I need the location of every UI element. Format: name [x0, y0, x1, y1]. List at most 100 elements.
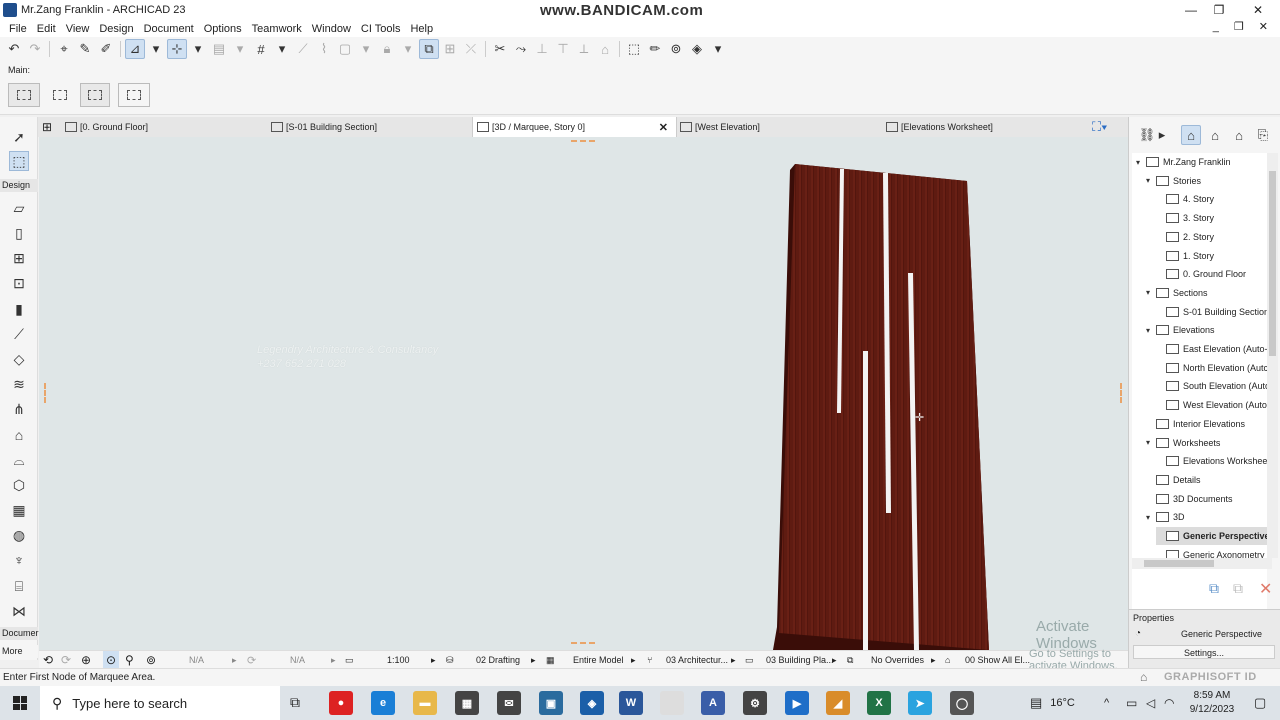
navigator-item[interactable]: North Elevation (Autc: [1156, 359, 1267, 377]
taskbar-app-pdf-icon[interactable]: ◢: [826, 691, 850, 715]
3d-viewport[interactable]: Legendry Architecture & Consultancy +237…: [39, 137, 1128, 650]
3d-window-icon[interactable]: ⬚: [624, 39, 644, 59]
layout-book-icon[interactable]: ⧉: [419, 39, 439, 59]
navigator-item[interactable]: 3D Documents: [1146, 490, 1267, 508]
close-tab-icon[interactable]: ✕: [659, 121, 668, 134]
cross-icon[interactable]: ⤫: [461, 39, 481, 59]
tab-west-elevation[interactable]: [West Elevation]: [680, 117, 760, 137]
zone-tool-icon[interactable]: ◍: [9, 525, 29, 545]
navigator-item[interactable]: 4. Story: [1156, 190, 1267, 208]
taskbar-clock[interactable]: 8:59 AM 9/12/2023: [1184, 689, 1240, 717]
3d-style-icon[interactable]: ◈: [687, 39, 707, 59]
navigator-item[interactable]: 1. Story: [1156, 247, 1267, 265]
menu-edit[interactable]: Edit: [32, 23, 61, 35]
railing-tool-icon[interactable]: ⋔: [9, 399, 29, 419]
scale-dropdown-icon[interactable]: ▸: [431, 651, 436, 669]
view-undo-icon[interactable]: ⟲: [43, 651, 53, 669]
viewport-bottom-handle[interactable]: [571, 642, 595, 644]
taskbar-app-file-icon[interactable]: [660, 691, 684, 715]
pick-up-parameters-icon[interactable]: ✎: [75, 39, 95, 59]
dimension-value[interactable]: 03 Building Pla...: [766, 651, 834, 669]
view-redo-icon[interactable]: ⟳: [61, 651, 71, 669]
zoom-value[interactable]: N/A: [189, 651, 204, 669]
navigator-item[interactable]: S-01 Building Section: [1156, 303, 1267, 321]
navigator-item[interactable]: 3. Story: [1156, 209, 1267, 227]
navigator-options-icon[interactable]: ⛓: [1137, 125, 1157, 145]
groups-dropdown-icon[interactable]: ▾: [188, 39, 208, 59]
lock-icon[interactable]: 🔒︎: [377, 39, 397, 59]
taskbar-app-explorer-icon[interactable]: ▬: [413, 691, 437, 715]
taskbar-app-mail-icon[interactable]: ✉: [497, 691, 521, 715]
menu-teamwork[interactable]: Teamwork: [247, 23, 307, 35]
stair-tool-icon[interactable]: ≋: [9, 374, 29, 394]
renovation-value[interactable]: 00 Show All El...: [965, 651, 1030, 669]
roof-tool-icon[interactable]: ⌂: [9, 425, 29, 445]
navigator-scrollbar[interactable]: [1267, 153, 1278, 558]
taskbar-search-box[interactable]: ⚲ Type here to search: [40, 686, 280, 720]
graphisoft-brand[interactable]: GRAPHISOFT ID: [1164, 671, 1257, 683]
speaker-icon[interactable]: ◁: [1146, 686, 1155, 720]
menu-file[interactable]: File: [4, 23, 32, 35]
navigator-item[interactable]: Details: [1146, 471, 1267, 489]
tab-grid-menu[interactable]: ⊞: [42, 117, 52, 137]
project-map-icon[interactable]: ⌂: [1181, 125, 1201, 145]
clone-view-icon[interactable]: ⧉: [1233, 580, 1243, 597]
arrow-tool-icon[interactable]: ➚: [9, 127, 29, 147]
layer-combo-dropdown-icon[interactable]: ▸: [731, 651, 736, 669]
navigator-options-dropdown-icon[interactable]: ▸: [1157, 125, 1167, 145]
rotate-view-icon[interactable]: ⟳: [247, 651, 256, 669]
lamp-tool-icon[interactable]: ♆: [9, 550, 29, 570]
scrollbar-thumb[interactable]: [1269, 171, 1276, 356]
menu-help[interactable]: Help: [405, 23, 438, 35]
intersect-icon[interactable]: ⊥: [532, 39, 552, 59]
layer-dropdown-icon[interactable]: ▾: [230, 39, 250, 59]
wifi-icon[interactable]: ◠: [1164, 686, 1174, 720]
taskbar-app-record-icon[interactable]: ●: [329, 691, 353, 715]
curtain-wall-tool-icon[interactable]: ▦: [9, 500, 29, 520]
notification-icon[interactable]: ▢: [1254, 686, 1266, 720]
grid-dropdown-icon[interactable]: ▾: [272, 39, 292, 59]
menu-document[interactable]: Document: [139, 23, 199, 35]
gravity-dropdown-icon[interactable]: ▾: [146, 39, 166, 59]
taskbar-app-store-icon[interactable]: ▦: [455, 691, 479, 715]
stair-2-tool-icon[interactable]: ⌸: [9, 576, 29, 596]
expand-toggle-icon[interactable]: ▾: [1146, 288, 1156, 297]
zoom-dropdown-icon[interactable]: ▸: [232, 651, 237, 669]
gravity-icon[interactable]: ⊿: [125, 39, 145, 59]
adjust-icon[interactable]: ⤳: [511, 39, 531, 59]
navigator-item[interactable]: ▾ Elevations: [1146, 321, 1267, 339]
expand-toggle-icon[interactable]: ▾: [1136, 158, 1146, 167]
magic-wand-icon[interactable]: ⌇: [314, 39, 334, 59]
layer-combination-icon[interactable]: ▤: [209, 39, 229, 59]
model-view-dropdown-icon[interactable]: ▸: [631, 651, 636, 669]
wall-tool-icon[interactable]: ▱: [9, 198, 29, 218]
grid-snap-icon[interactable]: #: [251, 39, 271, 59]
navigator-item[interactable]: ▾ Mr.Zang Franklin: [1136, 153, 1267, 171]
menu-ci-tools[interactable]: CI Tools: [356, 23, 406, 35]
window-tool-icon[interactable]: ⊞: [9, 248, 29, 268]
cloud-icon[interactable]: ⌂: [1140, 670, 1147, 684]
expand-toggle-icon[interactable]: ▾: [1146, 176, 1156, 185]
taskbar-app-telegram-icon[interactable]: ➤: [908, 691, 932, 715]
navigator-item[interactable]: Generic Perspective: [1156, 527, 1267, 545]
taskbar-app-media-icon[interactable]: ▶: [785, 691, 809, 715]
model-view-value[interactable]: Entire Model: [573, 651, 624, 669]
delete-view-icon[interactable]: ✕: [1259, 579, 1272, 599]
start-button[interactable]: [0, 686, 40, 720]
document-window-controls[interactable]: _ ❐ ✕: [1213, 20, 1274, 33]
menu-view[interactable]: View: [61, 23, 95, 35]
navigator-item[interactable]: ▾ Sections: [1146, 284, 1267, 302]
shell-tool-icon[interactable]: ⌓: [9, 450, 29, 470]
walk-icon[interactable]: ⚲: [125, 651, 134, 669]
slab-tool-icon[interactable]: ◇: [9, 349, 29, 369]
navigator-item[interactable]: 2. Story: [1156, 228, 1267, 246]
view-map-icon[interactable]: ⌂: [1205, 125, 1225, 145]
navigator-item[interactable]: ▾ Worksheets: [1146, 434, 1267, 452]
toolbox-document-section[interactable]: Documer: [0, 627, 39, 640]
horizontal-scrollbar-thumb[interactable]: [1144, 560, 1214, 567]
pen-set-dropdown-icon[interactable]: ▸: [531, 651, 536, 669]
geometry-rectangle-button[interactable]: [8, 83, 40, 107]
tab-ground-floor[interactable]: [0. Ground Floor]: [65, 117, 148, 137]
navigator-item[interactable]: 0. Ground Floor: [1156, 265, 1267, 283]
network-icon[interactable]: ▭: [1126, 686, 1137, 720]
